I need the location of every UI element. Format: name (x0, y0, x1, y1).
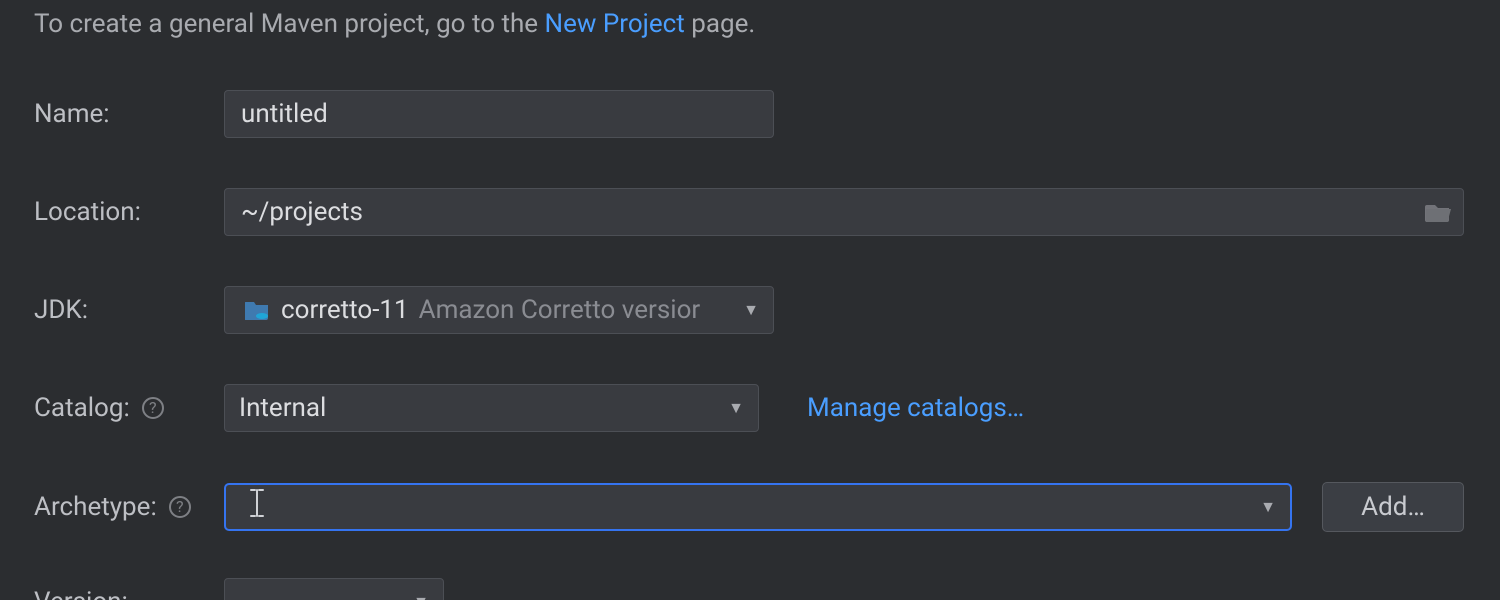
name-field[interactable] (224, 90, 774, 138)
version-label: Version: (34, 587, 128, 600)
help-icon[interactable] (142, 397, 164, 419)
archetype-label: Archetype: (34, 492, 157, 522)
browse-folder-icon[interactable] (1425, 202, 1451, 222)
location-input[interactable] (239, 196, 1413, 228)
jdk-label: JDK: (34, 295, 88, 325)
archetype-combobox[interactable] (224, 483, 1292, 531)
catalog-label: Catalog: (34, 393, 130, 423)
hint-prefix: To create a general Maven project, go to… (34, 9, 545, 39)
add-button-label: Add… (1361, 492, 1425, 522)
new-project-link[interactable]: New Project (545, 9, 685, 39)
version-dropdown[interactable] (224, 578, 444, 600)
folder-icon (245, 300, 269, 320)
catalog-dropdown[interactable]: Internal (224, 384, 759, 432)
archetype-input[interactable] (240, 491, 1276, 523)
name-input[interactable] (239, 98, 759, 130)
catalog-value: Internal (239, 393, 326, 423)
help-icon[interactable] (169, 496, 191, 518)
add-button[interactable]: Add… (1322, 482, 1464, 532)
chevron-down-icon (728, 398, 744, 418)
manage-catalogs-link[interactable]: Manage catalogs… (807, 393, 1024, 423)
chevron-down-icon (413, 592, 429, 600)
jdk-dropdown[interactable]: corretto-11 Amazon Corretto versior (224, 286, 774, 334)
name-label: Name: (34, 99, 110, 129)
hint-suffix: page. (685, 9, 755, 39)
jdk-vendor: Amazon Corretto versior (419, 295, 759, 325)
hint-text: To create a general Maven project, go to… (34, 6, 1466, 42)
location-field[interactable] (224, 188, 1464, 236)
jdk-name: corretto-11 (281, 295, 409, 325)
location-label: Location: (34, 197, 141, 227)
